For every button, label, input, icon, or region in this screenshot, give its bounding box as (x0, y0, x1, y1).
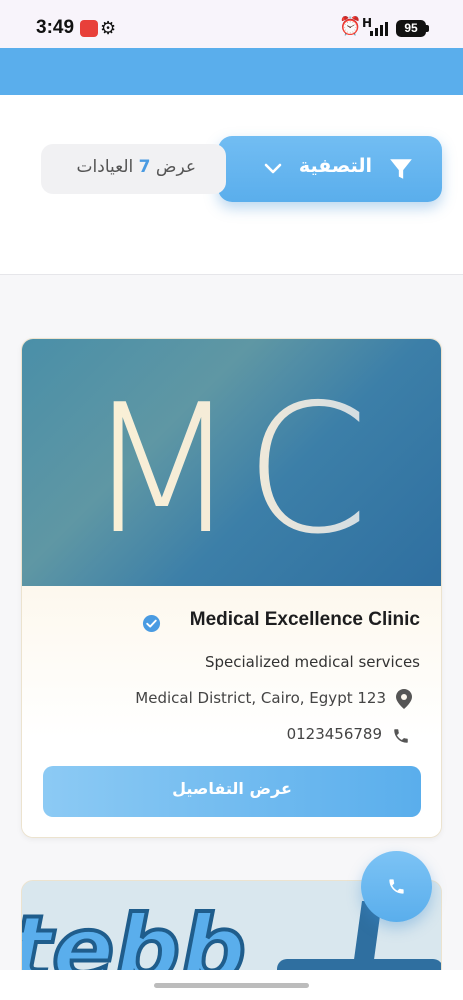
clinic-address: Medical District, Cairo, Egypt 123 (135, 689, 386, 707)
battery-icon: 95 (396, 20, 429, 37)
filter-label: التصفية (298, 155, 372, 177)
gear-icon: ⚙ (100, 18, 117, 39)
floating-call-button[interactable] (361, 851, 432, 922)
results-count-chip: عرض 7 العيادات (41, 144, 226, 194)
clinic-image: MC (22, 339, 441, 586)
results-count-number: 7 (138, 157, 151, 177)
filter-button[interactable]: التصفية (218, 136, 442, 202)
clinic-name: Medical Excellence Clinic (189, 609, 420, 630)
clinic-phone[interactable]: 0123456789 (287, 725, 382, 743)
app-header (0, 48, 463, 95)
home-indicator[interactable] (154, 983, 309, 988)
verified-badge-icon (142, 614, 161, 633)
status-bar: 3:49 ⚙ ⏰ H 95 (0, 0, 463, 48)
phone-icon (389, 879, 404, 894)
clinic-description: Specialized medical services (204, 653, 420, 671)
view-details-button[interactable]: عرض التفاصيل (43, 766, 421, 817)
view-details-label: عرض التفاصيل (172, 779, 292, 798)
location-pin-icon (396, 689, 412, 709)
results-count-suffix: العيادات (76, 157, 134, 177)
status-time: 3:49 (36, 17, 75, 38)
alarm-icon: ⏰ (339, 16, 362, 37)
results-count: عرض 7 العيادات (77, 157, 196, 177)
chevron-down-icon (264, 163, 282, 174)
filter-icon (390, 159, 412, 179)
results-count-prefix: عرض (155, 157, 196, 177)
clinic-card[interactable]: MC Medical Excellence Clinic Specialized… (21, 338, 442, 838)
signal-icon (370, 22, 390, 36)
app-notification-icon (80, 20, 98, 37)
phone-icon (394, 729, 408, 743)
clinic-initials: MC (85, 366, 375, 573)
